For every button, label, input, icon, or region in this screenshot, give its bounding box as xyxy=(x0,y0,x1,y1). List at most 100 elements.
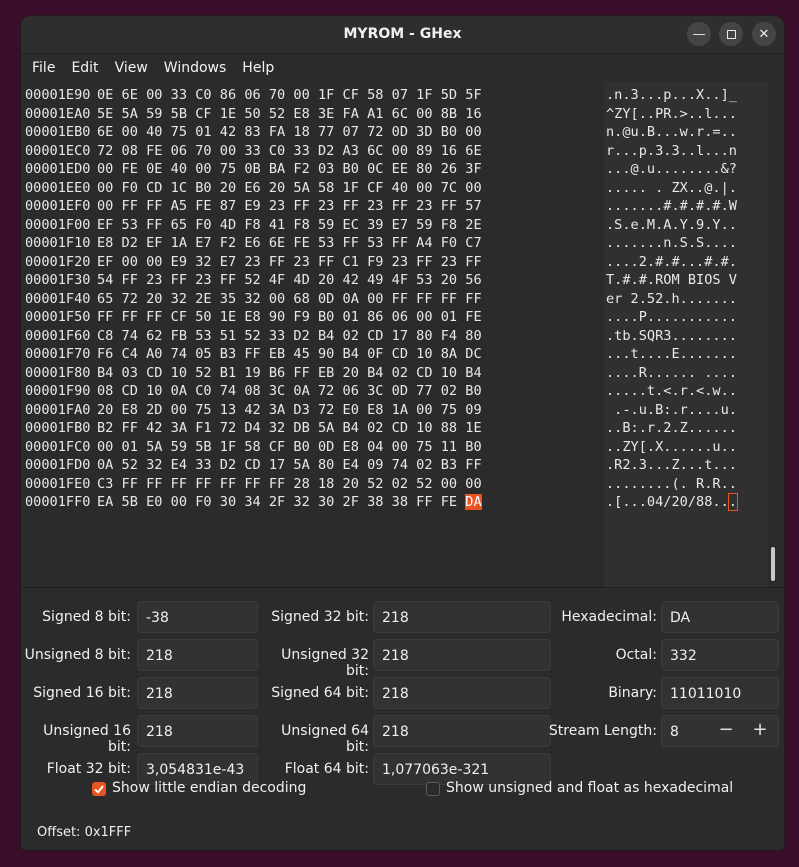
menu-help[interactable]: Help xyxy=(234,60,282,76)
stream-decrease-button[interactable]: − xyxy=(709,715,743,747)
ascii-row[interactable]: ....R...... .... xyxy=(606,364,766,383)
octal-field[interactable]: 332 xyxy=(661,639,779,671)
hex-row[interactable]: EF 00 00 E9 32 E7 23 FF 23 FF C1 F9 23 F… xyxy=(97,253,482,272)
offset-column: 00001E90 00001EA0 00001EB0 00001EC0 00001ED0… xyxy=(25,86,90,512)
offset-cell: 00001F50 xyxy=(25,309,91,325)
little-endian-label[interactable]: Show little endian decoding xyxy=(112,780,306,796)
unsigned-16-field[interactable]: 218 xyxy=(137,715,258,747)
ghex-window: MYROM - GHex — ✕ File Edit View Windows … xyxy=(21,16,784,850)
ascii-row[interactable]: ..ZY[.X......u.. xyxy=(606,438,766,457)
hex-row[interactable]: C8 74 62 FB 53 51 52 33 D2 B4 02 CD 17 8… xyxy=(97,327,482,346)
signed-64-field[interactable]: 218 xyxy=(373,677,551,709)
menu-file[interactable]: File xyxy=(24,60,63,76)
ascii-row[interactable]: .n.3...p...X..]_ xyxy=(606,86,766,105)
offset-cell: 00001EE0 xyxy=(25,179,91,196)
hex-row[interactable]: 08 CD 10 0A C0 74 08 3C 0A 72 06 3C 0D 7… xyxy=(97,382,482,401)
offset-cell: 00001F10 xyxy=(25,235,91,251)
ascii-row[interactable]: .......#.#.#.#.W xyxy=(606,197,766,216)
menu-view[interactable]: View xyxy=(107,60,156,76)
unsigned-16-label: Unsigned 16 bit: xyxy=(43,723,131,755)
ascii-row[interactable]: ..B:.r.2.Z...... xyxy=(606,419,766,438)
stream-length-value: 8 xyxy=(670,724,679,740)
menu-edit[interactable]: Edit xyxy=(63,60,106,76)
ascii-row[interactable]: .[...04/20/88... xyxy=(606,493,766,512)
unsigned-64-field[interactable]: 218 xyxy=(373,715,551,747)
hex-row[interactable]: C3 FF FF FF FF FF FF FF 28 18 20 52 02 5… xyxy=(97,475,482,494)
hex-cursor[interactable]: DA xyxy=(465,494,482,510)
ascii-row[interactable]: .R2.3...Z...t... xyxy=(606,456,766,475)
unsigned-64-label: Unsigned 64 bit: xyxy=(281,723,369,755)
offset-cell: 00001FC0 xyxy=(25,438,91,455)
offset-cell: 00001FD0 xyxy=(25,457,91,473)
ascii-row[interactable]: .-.u.B:.r....u. xyxy=(606,401,766,420)
hex-row[interactable]: FF FF FF CF 50 1E E8 90 F9 B0 01 86 06 0… xyxy=(97,308,482,327)
offset-cell: 00001EB0 xyxy=(25,124,91,140)
unsigned-32-label: Unsigned 32 bit: xyxy=(281,647,369,679)
ascii-row[interactable]: ...t....E....... xyxy=(606,345,766,364)
signed-8-field[interactable]: -38 xyxy=(137,601,258,633)
offset-cell: 00001FA0 xyxy=(25,401,91,418)
offset-cell: 00001FE0 xyxy=(25,475,91,492)
ascii-row[interactable]: ..... . ZX..@.|. xyxy=(606,179,766,198)
hex-row[interactable]: B4 03 CD 10 52 B1 19 B6 FF EB 20 B4 02 C… xyxy=(97,364,482,383)
hex-row[interactable]: 0E 6E 00 33 C0 86 06 70 00 1F CF 58 07 1… xyxy=(97,86,482,105)
hex-row[interactable]: B2 FF 42 3A F1 72 D4 32 DB 5A B4 02 CD 1… xyxy=(97,419,482,438)
hex-row[interactable]: 00 01 5A 59 5B 1F 58 CF B0 0D E8 04 00 7… xyxy=(97,438,482,457)
unsigned-hex-checkbox[interactable] xyxy=(426,782,440,796)
ascii-row[interactable]: ....P........... xyxy=(606,308,766,327)
menu-windows[interactable]: Windows xyxy=(156,60,235,76)
offset-cell: 00001E90 xyxy=(25,87,91,103)
hex-editor[interactable]: 00001E90 00001EA0 00001EB0 00001EC0 00001ED0… xyxy=(21,82,784,587)
hex-row[interactable]: 65 72 20 32 2E 35 32 00 68 0D 0A 00 FF F… xyxy=(97,290,482,309)
signed-64-label: Signed 64 bit: xyxy=(271,685,369,701)
maximize-button[interactable] xyxy=(719,22,743,46)
ascii-row[interactable]: T.#.#.ROM BIOS V xyxy=(606,271,766,290)
binary-field[interactable]: 11011010 xyxy=(661,677,779,709)
checkmark-icon xyxy=(94,785,104,794)
ascii-row[interactable]: ....2.#.#...#.#. xyxy=(606,253,766,272)
hexadecimal-label: Hexadecimal: xyxy=(561,609,657,625)
ascii-row[interactable]: n.@u.B...w.r.=.. xyxy=(606,123,766,142)
float-32-label: Float 32 bit: xyxy=(46,761,131,777)
scrollbar[interactable] xyxy=(770,82,776,587)
hex-row[interactable]: 72 08 FE 06 70 00 33 C0 33 D2 A3 6C 00 8… xyxy=(97,142,482,161)
hex-row[interactable]: EA 5B E0 00 F0 30 34 2F 32 30 2F 38 38 F… xyxy=(97,493,482,512)
ascii-row[interactable]: ...@.u........&? xyxy=(606,160,766,179)
hex-row[interactable]: 00 F0 CD 1C B0 20 E6 20 5A 58 1F CF 40 0… xyxy=(97,179,482,198)
ascii-row[interactable]: .tb.SQR3........ xyxy=(606,327,766,346)
hex-row[interactable]: F6 C4 A0 74 05 B3 FF EB 45 90 B4 0F CD 1… xyxy=(97,345,482,364)
unsigned-8-label: Unsigned 8 bit: xyxy=(24,647,131,663)
ascii-row[interactable]: .....t.<.r.<.w.. xyxy=(606,382,766,401)
unsigned-8-field[interactable]: 218 xyxy=(137,639,258,671)
hex-row[interactable]: 0A 52 32 E4 33 D2 CD 17 5A 80 E4 09 74 0… xyxy=(97,456,482,475)
scrollbar-thumb[interactable] xyxy=(771,547,775,581)
ascii-row[interactable]: r...p.3.3..l...n xyxy=(606,142,766,161)
little-endian-checkbox[interactable] xyxy=(92,782,106,796)
stream-increase-button[interactable]: + xyxy=(743,715,777,747)
hex-column[interactable]: 0E 6E 00 33 C0 86 06 70 00 1F CF 58 07 1… xyxy=(97,86,482,512)
hex-row[interactable]: 00 FE 0E 40 00 75 0B BA F2 03 B0 0C EE 8… xyxy=(97,160,482,179)
ascii-column[interactable]: .n.3...p...X..]_ ^ZY[..PR.>..l... n.@u.B..… xyxy=(606,86,766,512)
ascii-row[interactable]: er 2.52.h....... xyxy=(606,290,766,309)
hex-row[interactable]: 00 FF FF A5 FE 87 E9 23 FF 23 FF 23 FF 2… xyxy=(97,197,482,216)
ascii-row[interactable]: ^ZY[..PR.>..l... xyxy=(606,105,766,124)
ascii-cursor[interactable]: . xyxy=(727,493,738,511)
ascii-row[interactable]: ........(. R.R.. xyxy=(606,475,766,494)
hex-row[interactable]: 6E 00 40 75 01 42 83 FA 18 77 07 72 0D 3… xyxy=(97,123,482,142)
unsigned-32-field[interactable]: 218 xyxy=(373,639,551,671)
signed-32-field[interactable]: 218 xyxy=(373,601,551,633)
offset-cell: 00001F20 xyxy=(25,253,91,270)
hex-row[interactable]: E8 D2 EF 1A E7 F2 E6 6E FE 53 FF 53 FF A… xyxy=(97,234,482,253)
hexadecimal-field[interactable]: DA xyxy=(661,601,779,633)
ascii-row[interactable]: .......n.S.S.... xyxy=(606,234,766,253)
ascii-row[interactable]: .S.e.M.A.Y.9.Y.. xyxy=(606,216,766,235)
hex-row[interactable]: EF 53 FF 65 F0 4D F8 41 F8 59 EC 39 E7 5… xyxy=(97,216,482,235)
hex-row[interactable]: 54 FF 23 FF 23 FF 52 4F 4D 20 42 49 4F 5… xyxy=(97,271,482,290)
unsigned-hex-label[interactable]: Show unsigned and float as hexadecimal xyxy=(446,780,733,796)
minimize-button[interactable]: — xyxy=(687,22,711,46)
signed-16-field[interactable]: 218 xyxy=(137,677,258,709)
offset-cell: 00001F90 xyxy=(25,383,91,399)
hex-row[interactable]: 20 E8 2D 00 75 13 42 3A D3 72 E0 E8 1A 0… xyxy=(97,401,482,420)
close-button[interactable]: ✕ xyxy=(752,22,776,46)
hex-row[interactable]: 5E 5A 59 5B CF 1E 50 52 E8 3E FA A1 6C 0… xyxy=(97,105,482,124)
